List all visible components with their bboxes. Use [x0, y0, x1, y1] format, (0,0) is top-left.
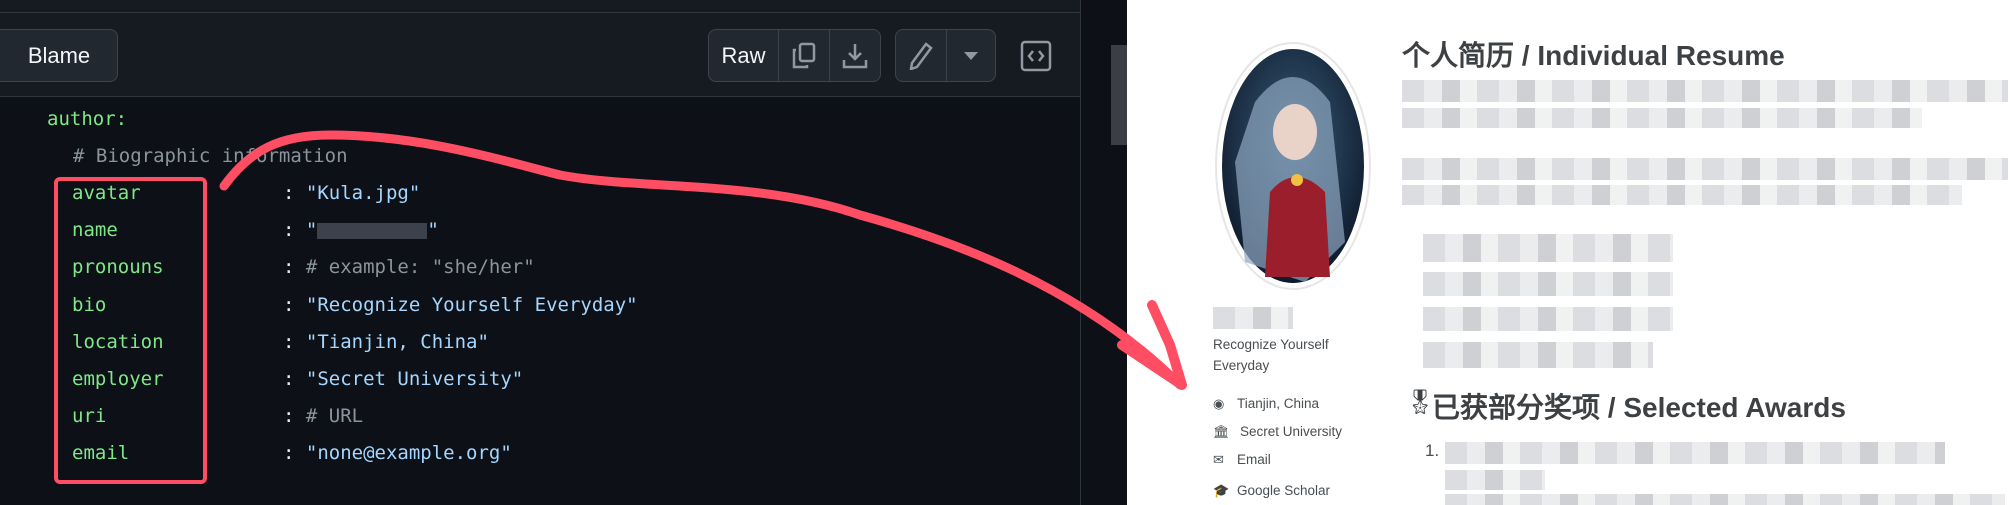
annotation-arrow [219, 130, 1185, 390]
annotation-box [54, 177, 207, 484]
annotation-arrowhead [1117, 300, 1187, 390]
annotation-overlay [54, 130, 1187, 484]
